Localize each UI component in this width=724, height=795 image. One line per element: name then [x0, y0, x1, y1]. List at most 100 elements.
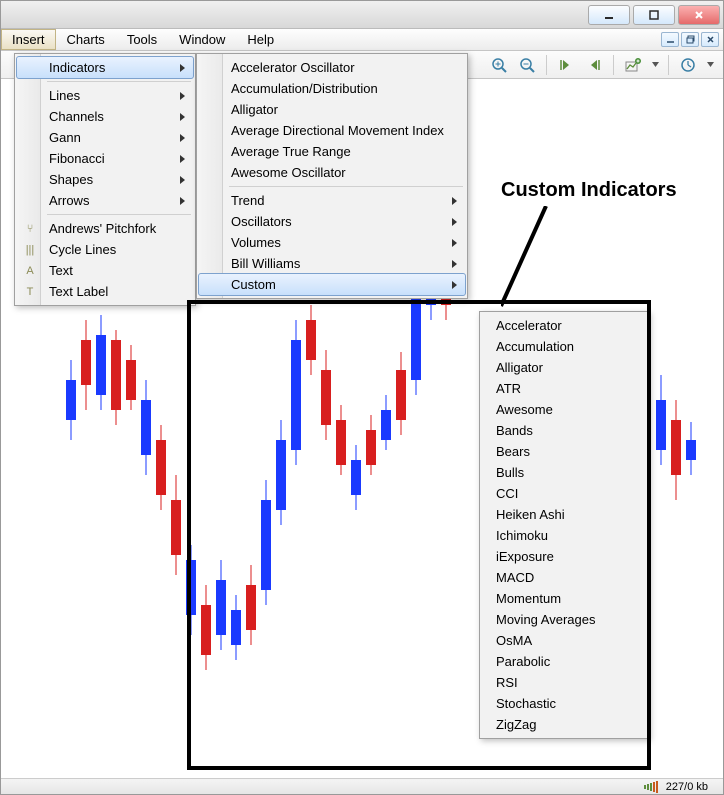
menuitem-custom-alligator[interactable]: Alligator — [482, 357, 646, 378]
menuitem-custom-moving-averages[interactable]: Moving Averages — [482, 609, 646, 630]
menuitem-custom-rsi[interactable]: RSI — [482, 672, 646, 693]
menuitem-accelerator-oscillator[interactable]: Accelerator Oscillator — [199, 57, 465, 78]
menuitem-custom[interactable]: Custom — [198, 273, 466, 296]
chart-shift-button[interactable] — [583, 54, 605, 76]
chevron-down-icon — [652, 62, 659, 67]
menuitem-label: Accelerator — [496, 318, 562, 333]
menuitem-oscillators[interactable]: Oscillators — [199, 211, 465, 232]
menuitem-label: Oscillators — [231, 214, 292, 229]
menuitem-label: Accelerator Oscillator — [231, 60, 355, 75]
zoom-in-button[interactable] — [488, 54, 510, 76]
menuitem-label: Parabolic — [496, 654, 550, 669]
menuitem-custom-iexposure[interactable]: iExposure — [482, 546, 646, 567]
menuitem-custom-parabolic[interactable]: Parabolic — [482, 651, 646, 672]
zoom-in-icon — [491, 57, 507, 73]
menuitem-label: Lines — [49, 88, 80, 103]
submenu-arrow-icon — [180, 64, 185, 72]
periodicity-button[interactable] — [677, 54, 699, 76]
menuitem-atr[interactable]: Average True Range — [199, 141, 465, 162]
menuitem-lines[interactable]: Lines — [17, 85, 193, 106]
menuitem-custom-atr[interactable]: ATR — [482, 378, 646, 399]
menuitem-label: OsMA — [496, 633, 532, 648]
menuitem-label: Gann — [49, 130, 81, 145]
menuitem-custom-zigzag[interactable]: ZigZag — [482, 714, 646, 735]
menuitem-bill-williams[interactable]: Bill Williams — [199, 253, 465, 274]
submenu-arrow-icon — [452, 281, 457, 289]
connection-bars-icon — [644, 781, 658, 793]
dropdown-arrow[interactable] — [705, 54, 715, 76]
menuitem-custom-heiken-ashi[interactable]: Heiken Ashi — [482, 504, 646, 525]
menuitem-label: Alligator — [496, 360, 543, 375]
menuitem-custom-momentum[interactable]: Momentum — [482, 588, 646, 609]
submenu-arrow-icon — [452, 260, 457, 268]
menu-charts[interactable]: Charts — [56, 29, 116, 50]
menuitem-text[interactable]: AText — [17, 260, 193, 281]
menuitem-awesome-oscillator[interactable]: Awesome Oscillator — [199, 162, 465, 183]
window-titlebar — [1, 1, 723, 29]
submenu-arrow-icon — [180, 176, 185, 184]
window-close-button[interactable] — [678, 5, 720, 25]
menuitem-andrews-pitchfork[interactable]: ⑂Andrews' Pitchfork — [17, 218, 193, 239]
menuitem-alligator[interactable]: Alligator — [199, 99, 465, 120]
menuitem-label: Fibonacci — [49, 151, 105, 166]
menuitem-custom-accumulation[interactable]: Accumulation — [482, 336, 646, 357]
window-maximize-button[interactable] — [633, 5, 675, 25]
menuitem-label: Alligator — [231, 102, 278, 117]
menuitem-label: Volumes — [231, 235, 281, 250]
menuitem-custom-awesome[interactable]: Awesome — [482, 399, 646, 420]
menuitem-volumes[interactable]: Volumes — [199, 232, 465, 253]
dropdown-arrow[interactable] — [650, 54, 660, 76]
menuitem-custom-cci[interactable]: CCI — [482, 483, 646, 504]
menuitem-accumulation-distribution[interactable]: Accumulation/Distribution — [199, 78, 465, 99]
menuitem-custom-stochastic[interactable]: Stochastic — [482, 693, 646, 714]
menuitem-text-label[interactable]: TText Label — [17, 281, 193, 302]
mdi-restore-button[interactable] — [681, 32, 699, 47]
menuitem-custom-macd[interactable]: MACD — [482, 567, 646, 588]
menuitem-channels[interactable]: Channels — [17, 106, 193, 127]
menu-help[interactable]: Help — [236, 29, 285, 50]
menuitem-cycle-lines[interactable]: |||Cycle Lines — [17, 239, 193, 260]
menuitem-label: Indicators — [49, 60, 105, 75]
indicators-button[interactable] — [622, 54, 644, 76]
submenu-arrow-icon — [180, 134, 185, 142]
menuitem-adx[interactable]: Average Directional Movement Index — [199, 120, 465, 141]
menuitem-label: Average Directional Movement Index — [231, 123, 444, 138]
menuitem-custom-bands[interactable]: Bands — [482, 420, 646, 441]
zoom-out-button[interactable] — [516, 54, 538, 76]
menuitem-arrows[interactable]: Arrows — [17, 190, 193, 211]
menuitem-label: Moving Averages — [496, 612, 596, 627]
menuitem-custom-ichimoku[interactable]: Ichimoku — [482, 525, 646, 546]
menuitem-custom-accelerator[interactable]: Accelerator — [482, 315, 646, 336]
menuitem-indicators[interactable]: Indicators — [16, 56, 194, 79]
menuitem-label: iExposure — [496, 549, 554, 564]
cycle-lines-icon: ||| — [22, 242, 38, 258]
menuitem-custom-bulls[interactable]: Bulls — [482, 462, 646, 483]
minimize-icon — [603, 9, 615, 21]
menuitem-label: Heiken Ashi — [496, 507, 565, 522]
menuitem-label: Bands — [496, 423, 533, 438]
menuitem-fibonacci[interactable]: Fibonacci — [17, 148, 193, 169]
window-minimize-button[interactable] — [588, 5, 630, 25]
menu-window[interactable]: Window — [168, 29, 236, 50]
text-icon: A — [22, 263, 38, 279]
menuitem-label: Ichimoku — [496, 528, 548, 543]
chevron-down-icon — [707, 62, 714, 67]
zoom-out-icon — [519, 57, 535, 73]
status-data-size: 227/0 kb — [666, 781, 708, 793]
menuitem-label: Stochastic — [496, 696, 556, 711]
menu-insert[interactable]: Insert — [1, 29, 56, 50]
menuitem-gann[interactable]: Gann — [17, 127, 193, 148]
toolbar-separator — [668, 55, 669, 75]
menuitem-shapes[interactable]: Shapes — [17, 169, 193, 190]
mdi-minimize-button[interactable] — [661, 32, 679, 47]
menu-separator — [47, 214, 191, 215]
mdi-close-button[interactable] — [701, 32, 719, 47]
menuitem-label: Text Label — [49, 284, 108, 299]
menuitem-trend[interactable]: Trend — [199, 190, 465, 211]
menuitem-custom-bears[interactable]: Bears — [482, 441, 646, 462]
mdi-window-controls — [661, 29, 723, 50]
menuitem-label: Andrews' Pitchfork — [49, 221, 156, 236]
menuitem-custom-osma[interactable]: OsMA — [482, 630, 646, 651]
menu-tools[interactable]: Tools — [116, 29, 168, 50]
scroll-end-button[interactable] — [555, 54, 577, 76]
